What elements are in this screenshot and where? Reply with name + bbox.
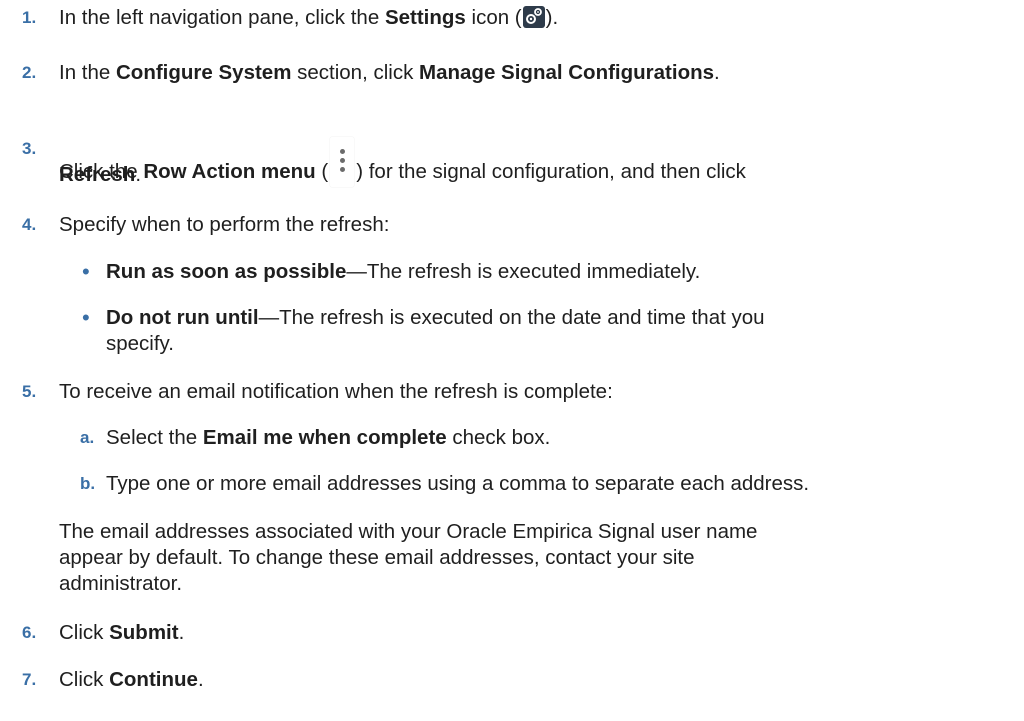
step-number: 6.: [22, 623, 37, 642]
bullet-item: Do not run until—The refresh is executed…: [106, 306, 765, 329]
step-number: 3.: [22, 139, 37, 158]
step-number: 7.: [22, 670, 37, 689]
step-text: Specify when to perform the refresh:: [59, 213, 390, 236]
bullet-marker: •: [82, 305, 90, 330]
refresh-label: Refresh: [59, 163, 136, 186]
continue-label: Continue: [109, 668, 198, 691]
step-text: In the Configure System section, click M…: [59, 61, 720, 84]
manage-signal-configurations-label: Manage Signal Configurations: [419, 61, 715, 84]
step-text-continued: Refresh.: [59, 163, 142, 186]
step-number: 1.: [22, 8, 37, 27]
kebab-menu-icon: [330, 137, 355, 187]
settings-label: Settings: [384, 6, 466, 29]
step-number: 5.: [22, 382, 37, 401]
configure-system-label: Configure System: [116, 61, 292, 84]
note-line: administrator.: [59, 572, 183, 595]
email-me-when-complete-label: Email me when complete: [202, 426, 447, 449]
step-number: 4.: [22, 215, 37, 234]
step-text: To receive an email notification when th…: [59, 380, 613, 403]
bullet-item-continued: specify.: [106, 332, 174, 355]
sub-step-label: a.: [80, 428, 95, 447]
step-number: 2.: [22, 63, 37, 82]
submit-label: Submit: [109, 621, 179, 644]
step-text: Click Continue.: [59, 668, 204, 691]
note-line: appear by default. To change these email…: [59, 546, 695, 569]
bullet-item: Run as soon as possible—The refresh is e…: [106, 260, 701, 283]
note-line: The email addresses associated with your…: [59, 520, 758, 543]
sub-step-text: Type one or more email addresses using a…: [106, 472, 810, 495]
sub-step-label: b.: [80, 474, 96, 493]
step-text: Click the Row Action menu () for the sig…: [59, 137, 746, 187]
step-text: Click Submit.: [59, 621, 185, 644]
step-text: In the left navigation pane, click the S…: [59, 6, 559, 29]
bullet-marker: •: [82, 259, 90, 284]
gear-icon: [522, 6, 545, 28]
row-action-menu-label: Row Action menu: [143, 160, 316, 183]
instruction-page: 1. In the left navigation pane, click th…: [0, 0, 1024, 721]
sub-step-text: Select the Email me when complete check …: [106, 426, 551, 449]
